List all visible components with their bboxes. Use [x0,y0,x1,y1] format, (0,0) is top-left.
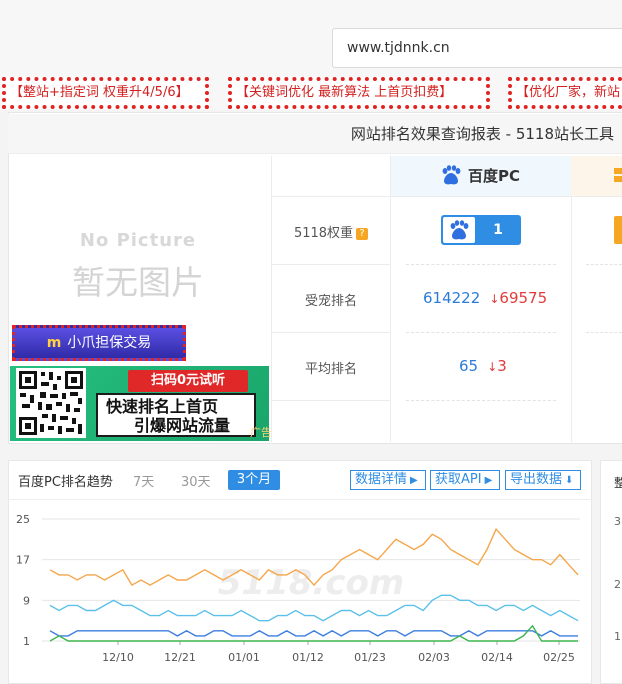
row-label-text: 5118权重 [293,226,354,241]
trend-card-partial [600,460,622,684]
y-tick-label: 25 [16,513,30,526]
get-api-button[interactable]: 获取API ▶ [430,470,500,490]
promo-trial-button[interactable]: 扫码0元试听 [128,370,248,392]
x-tick-label: 01/01 [228,651,260,664]
ad-banner-1[interactable]: 【整站+指定词 权重升4/5/6】 [2,77,209,109]
row-separator [586,332,622,333]
rank-cell: 614222 ↓69575 [423,288,547,307]
engine-title: 百度PC [468,167,521,185]
rank-value[interactable]: 614222 [423,289,480,307]
avg-delta: 3 [497,357,507,375]
grid-divider [272,264,390,265]
button-label: 数据详情 [355,472,408,487]
avg-value[interactable]: 65 [459,357,478,375]
tab-7-days[interactable]: 7天 [133,471,154,490]
row-separator [406,264,556,265]
ad-banner-2[interactable]: 【关键词优化 最新算法 上首页扣费】 [228,77,490,109]
grid-divider [390,156,391,442]
rank-delta: 69575 [499,289,548,307]
no-picture-text: No Picture [79,230,197,251]
next-column-badge-partial [614,216,622,244]
x-tick-label: 01/23 [354,651,386,664]
partial-card-tick: 3 [614,515,621,528]
engine-icon-partial [614,168,622,182]
play-icon: ▶ [484,475,493,486]
ad-banner-3[interactable]: 【优化厂家，新站 [508,77,622,109]
escrow-banner[interactable]: m 小爪担保交易 [12,325,186,361]
avg-cell: 65 ↓3 [459,356,507,375]
row-label-rank: 受宠排名 [304,294,357,309]
series-line [49,624,578,642]
y-tick-label: 9 [23,594,30,607]
row-separator [406,332,556,333]
grid-divider [272,196,622,197]
grid-divider [272,332,390,333]
grid-divider [571,156,572,442]
weight-value: 1 [493,222,503,238]
partial-card-tick: 2 [614,578,621,591]
grid-divider [272,400,390,401]
tab-3-months[interactable]: 3个月 [228,470,280,490]
play-icon: ▶ [410,475,418,486]
row-separator [586,264,622,265]
no-picture-cn-text: 暂无图片 [72,263,204,302]
data-detail-button[interactable]: 数据详情 ▶ [350,470,426,490]
baidu-paw-icon [450,220,469,240]
rank-trend-chart: 25 17 9 1 5118.com 12/10 12/21 01/01 01/12 01/23 0… [16,513,580,664]
x-tick-label: 01/12 [292,651,324,664]
button-label: 获取API [435,472,482,487]
baidu-paw-icon [442,165,461,185]
trend-title: 百度PC排名趋势 [18,475,113,490]
export-data-button[interactable]: 导出数据 ⬇ [505,470,581,490]
down-arrow-icon: ↓ [487,360,498,374]
tab-30-days[interactable]: 30天 [181,471,211,490]
promo-line-2: 引爆网站流量 [134,416,231,435]
y-tick-label: 1 [23,635,30,648]
row-label-avg: 平均排名 [304,362,357,377]
x-tick-label: 02/25 [543,651,575,664]
escrow-logo-icon: m [46,335,62,351]
partial-card-title: 整 [614,476,622,490]
button-label: 导出数据 [510,472,563,487]
partial-card-tick: 1 [614,630,621,643]
x-tick-label: 12/21 [164,651,196,664]
y-tick-label: 17 [16,554,30,567]
report-title: 网站排名效果查询报表 - 5118站长工具 [8,114,622,154]
escrow-label: 小爪担保交易 [67,335,152,351]
down-arrow-icon: ↓ [489,292,500,306]
x-tick-label: 02/03 [418,651,450,664]
help-icon[interactable]: ? [356,228,369,240]
qr-code-icon [16,368,86,438]
ad-tag: 广告 [250,426,272,439]
series-line [49,629,578,637]
download-icon: ⬇ [565,475,574,486]
trend-divider [8,499,592,500]
x-tick-label: 02/14 [481,651,513,664]
url-input[interactable]: www.tjdnnk.cn [332,28,622,68]
row-label-weight: 5118权重? [272,222,390,241]
row-separator [406,400,556,401]
x-tick-label: 12/10 [102,651,134,664]
watermark: 5118.com [218,563,405,603]
